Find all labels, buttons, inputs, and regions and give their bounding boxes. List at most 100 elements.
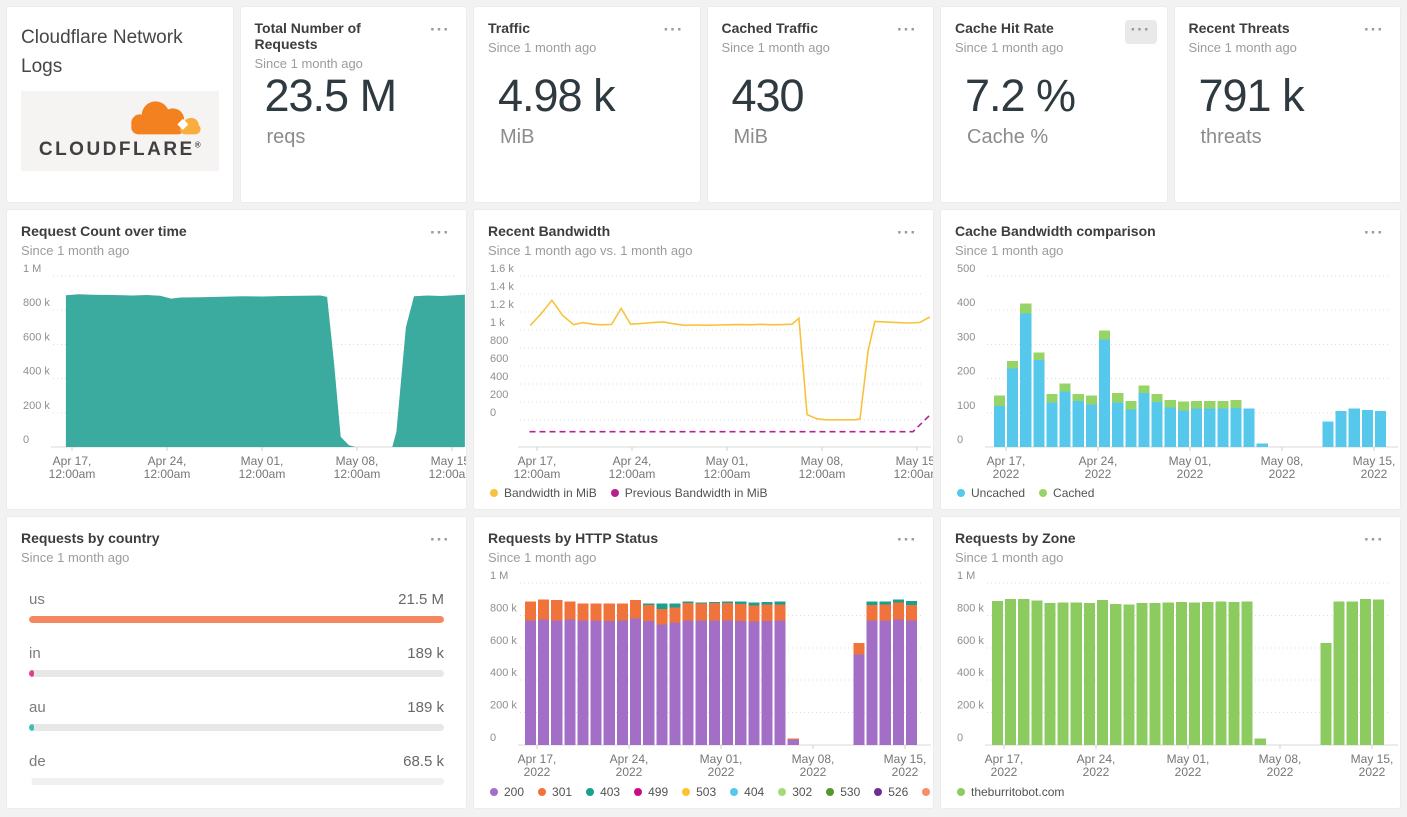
svg-text:2022: 2022 xyxy=(616,765,643,779)
legend-color-dot xyxy=(922,788,931,796)
svg-text:12:00am: 12:00am xyxy=(429,467,466,481)
panel-title: Requests by Zone xyxy=(955,530,1076,546)
svg-text:2022: 2022 xyxy=(1175,765,1202,779)
svg-text:May 08,: May 08, xyxy=(1261,454,1304,468)
legend-color-dot xyxy=(957,489,965,497)
svg-text:May 15,: May 15, xyxy=(1351,752,1394,766)
panel-title: Requests by country xyxy=(21,530,160,546)
svg-text:May 08,: May 08, xyxy=(1259,752,1302,766)
legend-label: 403 xyxy=(600,785,621,799)
svg-text:May 15,: May 15, xyxy=(1353,454,1396,468)
country-value: 21.5 M xyxy=(398,591,444,608)
legend-color-dot xyxy=(1039,489,1048,497)
svg-text:May 01,: May 01, xyxy=(706,454,749,468)
country-row-de: de 68.5 k xyxy=(29,753,444,770)
svg-text:0: 0 xyxy=(490,407,496,419)
svg-text:400 k: 400 k xyxy=(957,667,984,679)
svg-text:400: 400 xyxy=(957,297,975,309)
legend-item-499[interactable]: 499 xyxy=(634,785,668,799)
legend-color-dot xyxy=(682,788,691,796)
country-label: de xyxy=(29,753,46,770)
panel-menu-button[interactable]: ··· xyxy=(424,530,456,554)
legend-label: Bandwidth in MiB xyxy=(504,486,597,500)
svg-text:12:00am: 12:00am xyxy=(334,467,381,481)
dashboard-title: Cloudflare Network Logs xyxy=(21,27,183,77)
country-bar-list: us 21.5 M in 189 k au 189 k de 68.5 k xyxy=(29,575,444,785)
svg-text:2022: 2022 xyxy=(1269,467,1296,481)
panel-requests-by-zone: Requests by Zone Since 1 month ago ··· 0… xyxy=(940,516,1401,809)
panel-cached-traffic: Cached Traffic Since 1 month ago ··· 430… xyxy=(706,6,934,203)
stat-value: 791 k xyxy=(1198,70,1305,121)
panel-menu-button[interactable]: ··· xyxy=(424,20,456,44)
svg-text:200 k: 200 k xyxy=(490,700,517,712)
legend-item-bandwidth-in-mib[interactable]: Bandwidth in MiB xyxy=(490,486,597,500)
legend-item-previous-bandwidth-in-mib[interactable]: Previous Bandwidth in MiB xyxy=(610,486,768,500)
panel-subtitle: Since 1 month ago xyxy=(955,550,1064,565)
panel-menu-button[interactable]: ··· xyxy=(891,530,923,554)
svg-text:0: 0 xyxy=(957,434,963,446)
panel-traffic: Traffic Since 1 month ago ··· 4.98 k MiB xyxy=(473,6,701,203)
panel-menu-button[interactable]: ··· xyxy=(891,223,923,247)
chart-legend: Uncached Cached xyxy=(957,486,1094,500)
panel-title: Request Count over time xyxy=(21,223,187,239)
svg-text:0: 0 xyxy=(957,732,963,744)
svg-text:400 k: 400 k xyxy=(490,667,517,679)
stat-unit: reqs xyxy=(266,126,306,148)
legend-item-503[interactable]: 503 xyxy=(682,785,716,799)
legend-color-dot xyxy=(490,788,498,796)
svg-text:600 k: 600 k xyxy=(957,635,984,647)
legend-item-theburritobot-com[interactable]: theburritobot.com xyxy=(957,785,1064,799)
svg-text:800: 800 xyxy=(490,335,508,347)
legend-label: 499 xyxy=(648,785,669,799)
svg-text:2022: 2022 xyxy=(1361,467,1388,481)
legend-item-530[interactable]: 530 xyxy=(826,785,860,799)
legend-item-200[interactable]: 200 xyxy=(490,785,524,799)
panel-menu-button[interactable]: ··· xyxy=(1124,20,1157,44)
legend-item-cached[interactable]: Cached xyxy=(1039,486,1094,500)
legend-item-302[interactable]: 302 xyxy=(778,785,812,799)
svg-text:2022: 2022 xyxy=(1085,467,1112,481)
legend-color-dot xyxy=(957,788,965,796)
panel-menu-button[interactable]: ··· xyxy=(1358,530,1390,554)
panel-subtitle: Since 1 month ago xyxy=(488,40,597,55)
svg-text:Apr 24,: Apr 24, xyxy=(610,752,649,766)
legend-color-dot xyxy=(730,788,739,796)
legend-item-526[interactable]: 526 xyxy=(874,785,908,799)
stat-value: 7.2 % xyxy=(965,70,1076,121)
panel-subtitle: Since 1 month ago xyxy=(21,243,130,258)
stat-value: 23.5 M xyxy=(264,70,398,121)
panel-menu-button[interactable]: ··· xyxy=(1358,20,1390,44)
panel-title: Traffic xyxy=(488,20,531,36)
svg-text:2022: 2022 xyxy=(993,467,1020,481)
cloudflare-logo: CLOUDFLARE® xyxy=(21,91,219,171)
legend-item-524[interactable]: 524 xyxy=(922,785,933,799)
svg-text:0: 0 xyxy=(23,434,29,446)
country-value: 189 k xyxy=(407,699,444,716)
svg-text:800 k: 800 k xyxy=(957,602,984,614)
country-bar-track xyxy=(29,724,444,731)
svg-text:200: 200 xyxy=(957,366,975,378)
panel-menu-button[interactable]: ··· xyxy=(424,223,456,247)
chart-legend: Bandwidth in MiB Previous Bandwidth in Mi… xyxy=(490,486,767,500)
country-row-au: au 189 k xyxy=(29,699,444,716)
panel-menu-button[interactable]: ··· xyxy=(1358,223,1390,247)
panel-menu-button[interactable]: ··· xyxy=(658,20,690,44)
svg-text:1.6 k: 1.6 k xyxy=(490,263,514,275)
legend-item-404[interactable]: 404 xyxy=(730,785,764,799)
dashboard: Cloudflare Network Logs CLOUDFLARE® Tota… xyxy=(0,0,1407,817)
legend-color-dot xyxy=(538,788,547,796)
svg-text:2022: 2022 xyxy=(800,765,827,779)
stat-value: 430 xyxy=(731,70,805,121)
legend-label: Previous Bandwidth in MiB xyxy=(624,486,768,500)
svg-text:1 M: 1 M xyxy=(490,570,508,582)
panel-requests-by-country: Requests by country Since 1 month ago ··… xyxy=(6,516,467,809)
legend-item-uncached[interactable]: Uncached xyxy=(957,486,1025,500)
registered-mark: ® xyxy=(194,140,201,150)
svg-text:400 k: 400 k xyxy=(23,366,50,378)
legend-item-403[interactable]: 403 xyxy=(586,785,620,799)
panel-subtitle: Since 1 month ago xyxy=(21,550,130,565)
legend-item-301[interactable]: 301 xyxy=(538,785,572,799)
svg-text:0: 0 xyxy=(490,732,496,744)
svg-text:200: 200 xyxy=(490,389,508,401)
panel-menu-button[interactable]: ··· xyxy=(891,20,923,44)
